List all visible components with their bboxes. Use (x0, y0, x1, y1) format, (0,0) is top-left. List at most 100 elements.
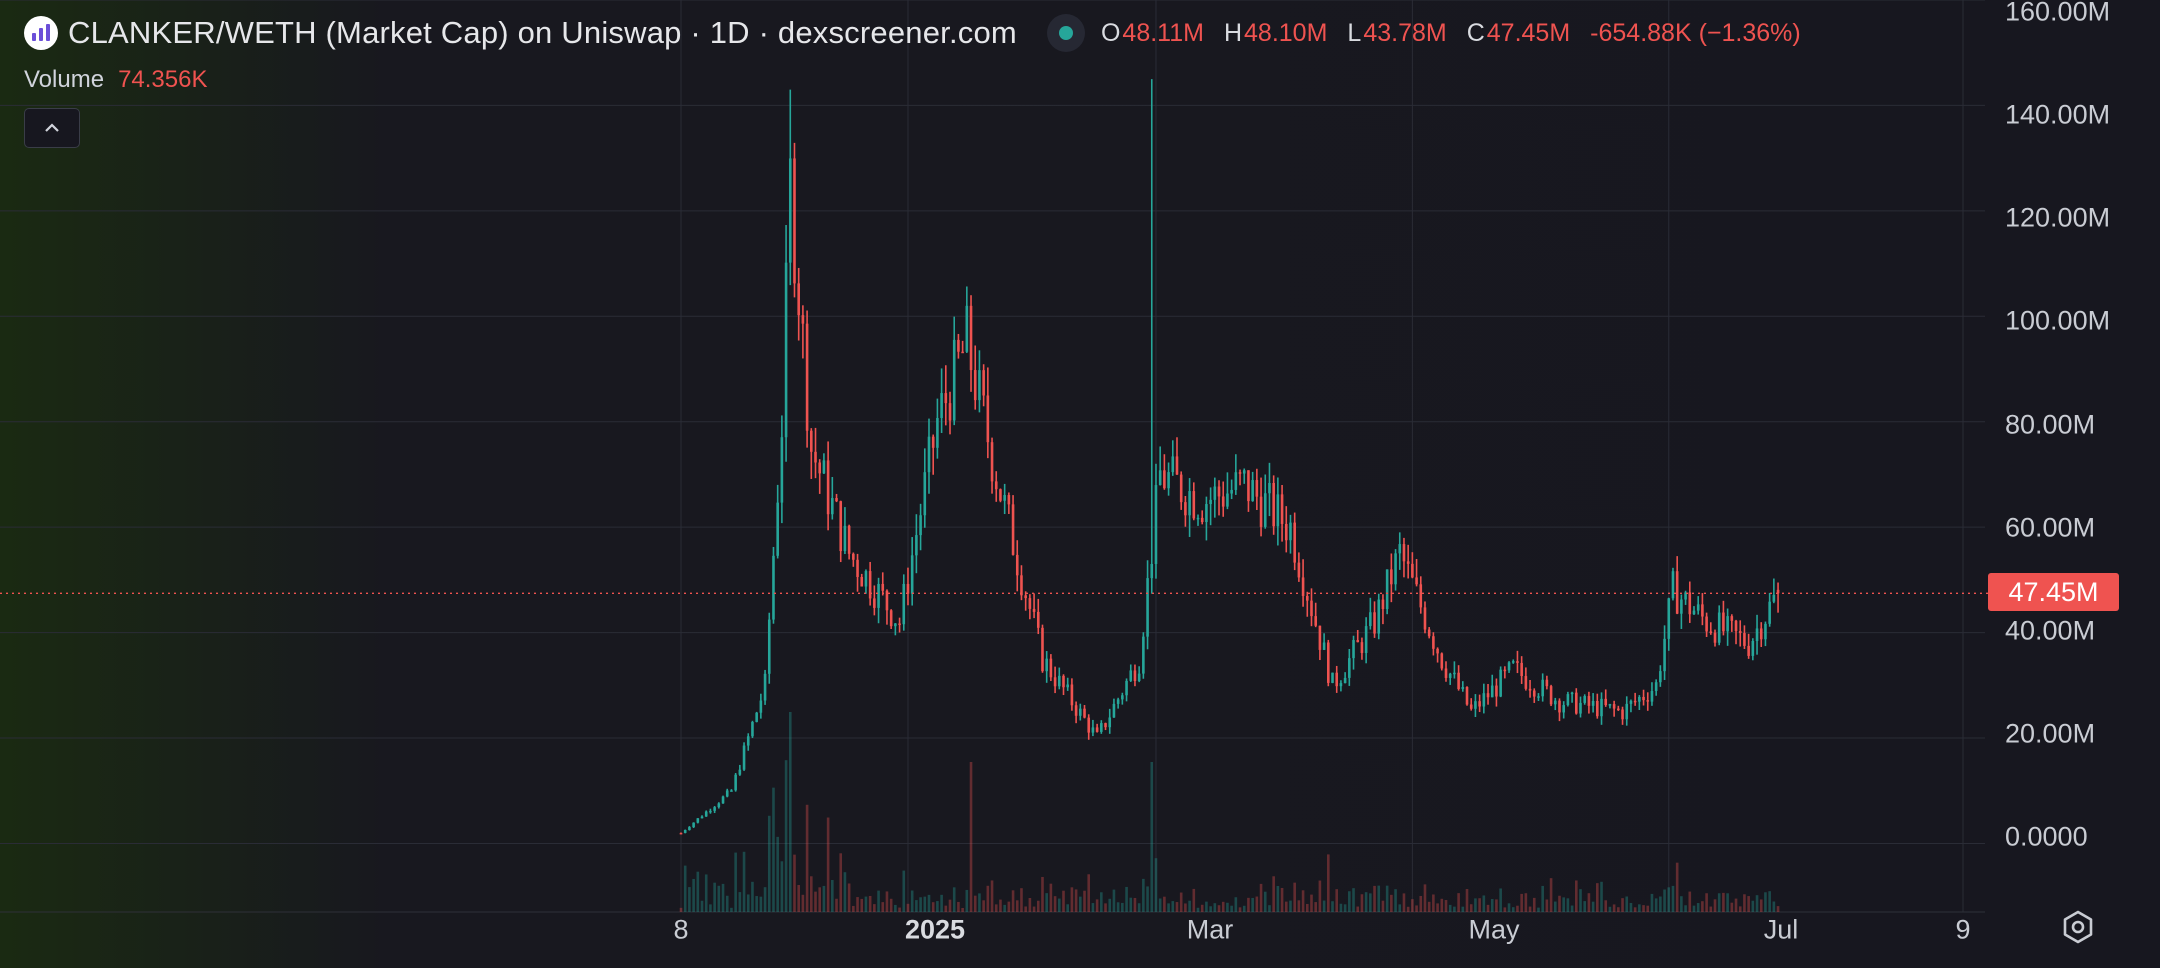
volume-bar (1688, 891, 1692, 912)
volume-bar (1242, 905, 1246, 912)
candle-body (1490, 685, 1494, 698)
candle-body (1171, 456, 1175, 473)
candle-body (1621, 709, 1624, 720)
volume-bar (948, 899, 952, 912)
candle-body (1730, 616, 1734, 621)
candle-body (961, 351, 964, 354)
volume-bar (780, 861, 784, 912)
candle-body (734, 774, 737, 791)
candle-body (1125, 680, 1128, 696)
candle-body (1701, 604, 1704, 617)
volume-value: 74.356K (118, 66, 208, 93)
volume-bar (1083, 890, 1086, 912)
candle-body (1411, 563, 1414, 578)
volume-bar (1776, 906, 1780, 912)
settings-button[interactable] (2058, 907, 2098, 947)
collapse-legend-button[interactable] (24, 108, 80, 148)
volume-bar (1465, 889, 1469, 912)
candle-body (919, 515, 922, 536)
volume-bar (1175, 902, 1179, 912)
volume-bar (847, 883, 851, 912)
high-key: H (1223, 18, 1243, 47)
candle-body (1003, 495, 1006, 501)
candle-body (1398, 544, 1402, 554)
candle-body (818, 462, 822, 474)
volume-bar (873, 904, 876, 912)
volume-bar (1163, 896, 1166, 912)
candle-body (1675, 571, 1679, 614)
status-indicator[interactable] (1046, 14, 1085, 52)
volume-bar (1036, 900, 1040, 912)
candle-body (1574, 692, 1578, 714)
candle-body (759, 700, 763, 713)
candle-body (1369, 612, 1372, 627)
volume-bar (1234, 897, 1238, 912)
volume-bar (1196, 907, 1200, 912)
candle-body (1318, 625, 1322, 650)
x-tick-label: Jul (1763, 914, 1799, 945)
volume-bar (1764, 892, 1767, 912)
volume-bar (1104, 903, 1107, 912)
candle-body (1083, 708, 1086, 718)
volume-bar (1255, 896, 1259, 912)
volume-bar (1516, 905, 1519, 912)
candle-body (1625, 703, 1629, 720)
candle-body (1104, 723, 1107, 728)
candle-body (1671, 571, 1675, 599)
candle-body (822, 460, 826, 474)
candle-body (965, 305, 969, 352)
volume-bar (1705, 893, 1708, 912)
volume-bar (1659, 896, 1662, 912)
candle-body (889, 610, 893, 627)
candle-body (1663, 638, 1666, 672)
candle-body (1612, 704, 1616, 709)
candle-body (881, 583, 885, 591)
candle-body (780, 437, 784, 503)
candle-body (1381, 599, 1385, 609)
candle-body (1604, 698, 1608, 706)
volume-bar (1125, 886, 1128, 912)
candle-body (902, 583, 906, 625)
chart-area[interactable] (0, 0, 2160, 968)
candle-body (755, 712, 758, 722)
volume-bar (805, 804, 809, 912)
volume-bar (1221, 901, 1225, 912)
candle-body (978, 370, 981, 401)
volume-bar (1436, 903, 1439, 912)
candle-body (1650, 691, 1654, 702)
volume-bar (1692, 905, 1696, 912)
volume-bar (1209, 906, 1212, 912)
y-tick-label: 120.00M (2005, 202, 2111, 233)
volume-bar (1759, 899, 1763, 912)
candle-body (1289, 522, 1292, 541)
volume-bar (1179, 892, 1183, 912)
volume-bar (906, 903, 910, 912)
volume-bar (759, 896, 763, 912)
candle-body (809, 430, 813, 452)
volume-bar (877, 890, 880, 912)
volume-bar (1280, 887, 1284, 912)
volume-bar (1469, 904, 1473, 912)
candle-body (1520, 662, 1523, 677)
candle-body (1057, 675, 1061, 687)
volume-bar (1772, 901, 1776, 912)
volume-bar (1100, 892, 1103, 912)
chart-background (0, 0, 2160, 968)
candle-body (1314, 616, 1317, 626)
candle-body (898, 623, 901, 625)
candle-body (738, 769, 742, 775)
candle-body (1579, 702, 1582, 714)
candle-body (1751, 641, 1755, 656)
volume-bar (1604, 900, 1608, 912)
candle-body (1213, 486, 1217, 500)
open-value: 48.11M (1122, 18, 1204, 47)
volume-bar (1381, 900, 1385, 912)
volume-bar (1070, 887, 1074, 912)
close-value: 47.45M (1486, 18, 1571, 47)
volume-bar (1478, 898, 1481, 912)
candle-body (1343, 677, 1347, 684)
volume-bar (801, 894, 805, 912)
candle-body (1070, 684, 1074, 706)
volume-bar (1440, 898, 1444, 912)
candle-body (1305, 595, 1309, 601)
